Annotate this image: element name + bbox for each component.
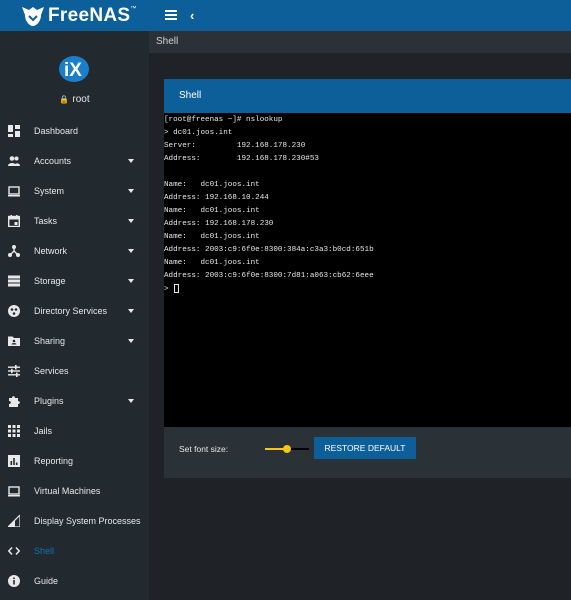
card-title: Shell xyxy=(179,90,202,101)
sidebar-item-system[interactable]: System xyxy=(0,176,149,206)
terminal[interactable]: [root@freenas ~]# nslookup > dc01.joos.i… xyxy=(164,113,571,427)
ix-logo-text: iX xyxy=(64,60,82,81)
sidebar-item-label: Virtual Machines xyxy=(34,486,101,496)
tune-icon xyxy=(8,365,20,377)
chevron-down-icon xyxy=(128,159,134,163)
grid-icon xyxy=(8,425,20,437)
sidebar-item-label: Display System Processes xyxy=(34,516,141,526)
sidebar-item-label: Accounts xyxy=(34,156,72,166)
brand-name: FreeNAS xyxy=(48,4,131,26)
menu-icon[interactable] xyxy=(165,10,177,20)
terminal-line: Name: dc01.joos.int xyxy=(164,259,260,267)
chevron-down-icon xyxy=(128,219,134,223)
sidebar-item-storage[interactable]: Storage xyxy=(0,266,149,296)
terminal-line: Address: 192.168.10.244 xyxy=(164,194,269,202)
sidebar-item-label: Tasks xyxy=(34,216,58,226)
sidebar-item-sharing[interactable]: Sharing xyxy=(0,326,149,356)
brand-trademark: ™ xyxy=(130,6,137,12)
terminal-prompt: > xyxy=(164,285,174,294)
code-icon xyxy=(8,545,20,557)
sidebar-item-label: Sharing xyxy=(34,336,66,346)
sidebar-item-label: Shell xyxy=(34,546,55,556)
restore-default-button[interactable]: RESTORE DEFAULT xyxy=(314,437,416,459)
puzzle-icon xyxy=(8,395,20,407)
terminal-line: Name: dc01.joos.int xyxy=(164,181,260,189)
chevron-down-icon xyxy=(128,339,134,343)
card-header: Shell xyxy=(164,79,571,113)
chevron-down-icon xyxy=(128,309,134,313)
sidebar-item-label: Network xyxy=(34,246,68,256)
calendar-icon xyxy=(8,215,20,227)
terminal-prompt-line: > xyxy=(164,284,180,295)
sidebar-item-jails[interactable]: Jails xyxy=(0,416,149,446)
sidebar-item-virtual-machines[interactable]: Virtual Machines xyxy=(0,476,149,506)
sidebar-item-directory-services[interactable]: Directory Services xyxy=(0,296,149,326)
chart-icon xyxy=(8,455,20,467)
top-bar: ‹ xyxy=(149,0,571,31)
share-folder-icon xyxy=(8,335,20,347)
username: root xyxy=(72,94,90,105)
terminal-line: Address: 192.168.178.230 xyxy=(164,220,274,228)
sidebar-item-guide[interactable]: Guide xyxy=(0,566,149,596)
info-icon xyxy=(8,575,20,587)
sidebar-item-shell[interactable]: Shell xyxy=(0,536,149,566)
chevron-left-icon[interactable]: ‹ xyxy=(190,9,194,22)
sidebar-item-reporting[interactable]: Reporting xyxy=(0,446,149,476)
shell-card: Shell [root@freenas ~]# nslookup > dc01.… xyxy=(164,79,571,478)
lock-icon: 🔒 xyxy=(59,95,70,104)
sidebar-item-label: Directory Services xyxy=(34,306,108,316)
computer-icon xyxy=(8,485,20,497)
storage-icon xyxy=(8,275,20,287)
sidebar-item-label: Dashboard xyxy=(34,126,79,136)
directory-icon xyxy=(8,305,20,317)
chevron-down-icon xyxy=(128,279,134,283)
freenas-logo-icon xyxy=(22,6,44,26)
sidebar-item-network[interactable]: Network xyxy=(0,236,149,266)
page-title: Shell xyxy=(156,36,179,47)
logo-bar: FreeNAS ™ xyxy=(0,0,149,31)
sidebar-item-display-system-processes[interactable]: Display System Processes xyxy=(0,506,149,536)
terminal-line: [root@freenas ~]# nslookup xyxy=(164,116,283,124)
terminal-line: Name: dc01.joos.int xyxy=(164,233,260,241)
signal-icon xyxy=(8,515,20,527)
sidebar-item-label: System xyxy=(34,186,65,196)
network-icon xyxy=(8,245,20,257)
sidebar-item-label: Jails xyxy=(34,426,53,436)
sidebar-item-label: Storage xyxy=(34,276,66,286)
terminal-line: Address: 2003:c9:6f0e:8300:7d81:a063:cb6… xyxy=(164,272,374,280)
sidebar-item-plugins[interactable]: Plugins xyxy=(0,386,149,416)
people-icon xyxy=(8,155,20,167)
sidebar-item-services[interactable]: Services xyxy=(0,356,149,386)
terminal-line: Server: 192.168.178.230 xyxy=(164,142,306,150)
sidebar-item-dashboard[interactable]: Dashboard xyxy=(0,116,149,146)
breadcrumb: Shell xyxy=(149,31,571,53)
slider-thumb[interactable] xyxy=(283,445,291,453)
chevron-down-icon xyxy=(128,189,134,193)
sidebar-item-label: Services xyxy=(34,366,69,376)
terminal-line: Address: 192.168.178.230#53 xyxy=(164,155,319,163)
laptop-icon xyxy=(8,185,20,197)
user-info: 🔒 root xyxy=(0,94,149,105)
font-size-label: Set font size: xyxy=(179,444,229,454)
sidebar-item-label: Guide xyxy=(34,576,59,586)
terminal-line: Name: dc01.joos.int xyxy=(164,207,260,215)
sidebar-item-label: Reporting xyxy=(34,456,74,466)
sidebar-item-label: Plugins xyxy=(34,396,64,406)
chevron-down-icon xyxy=(128,249,134,253)
terminal-cursor xyxy=(174,284,180,293)
ix-logo: iX xyxy=(59,56,89,82)
terminal-line: Address: 2003:c9:6f0e:8300:384a:c3a3:b0c… xyxy=(164,246,374,254)
terminal-line: > dc01.joos.int xyxy=(164,129,233,137)
sidebar: iX 🔒 root Dashboard Accounts System Tasks… xyxy=(0,31,149,600)
chevron-down-icon xyxy=(128,399,134,403)
sidebar-item-tasks[interactable]: Tasks xyxy=(0,206,149,236)
font-size-slider[interactable] xyxy=(265,445,309,453)
dashboard-icon xyxy=(8,125,20,137)
sidebar-item-accounts[interactable]: Accounts xyxy=(0,146,149,176)
